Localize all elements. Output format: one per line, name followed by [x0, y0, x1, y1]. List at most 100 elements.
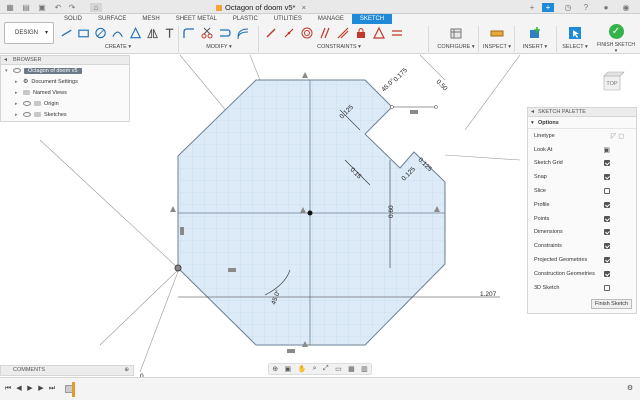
eye-icon[interactable]: [23, 112, 31, 117]
account-icon[interactable]: ◉: [620, 3, 632, 12]
browser-item[interactable]: ▸ Named Views: [1, 87, 129, 98]
construction-geometries-checkbox[interactable]: [604, 270, 610, 277]
slice-checkbox[interactable]: [604, 188, 610, 195]
finish-sketch-button[interactable]: Finish Sketch: [590, 299, 632, 309]
step-forward-icon[interactable]: ▶: [37, 385, 45, 393]
tab-sketch[interactable]: SKETCH: [351, 14, 393, 24]
browser-item[interactable]: ▾ Octagon of doom v5: [1, 65, 129, 76]
expand-icon[interactable]: ▸: [15, 112, 23, 118]
display-settings-icon[interactable]: ▭: [335, 365, 342, 373]
sketch-palette-header[interactable]: SKETCH PALETTE: [528, 108, 636, 117]
configure-label[interactable]: CONFIGURE ▾: [436, 44, 476, 50]
fit-icon[interactable]: ⤢: [323, 365, 329, 373]
lock-icon[interactable]: [354, 26, 368, 40]
expand-icon[interactable]: ▾: [5, 68, 13, 74]
document-tab[interactable]: Octagon of doom v5* ×: [210, 1, 312, 14]
measure-icon[interactable]: [490, 26, 504, 40]
play-icon[interactable]: ▶: [26, 385, 34, 393]
zoom-icon[interactable]: ⌕: [313, 365, 317, 373]
eye-icon[interactable]: [13, 68, 21, 73]
browser-item[interactable]: ▸ Origin: [1, 98, 129, 109]
mirror-icon[interactable]: [146, 26, 159, 40]
tab-mesh[interactable]: MESH: [134, 14, 167, 24]
collinear-icon[interactable]: [282, 26, 296, 40]
insert-icon[interactable]: [528, 26, 542, 40]
look-at-icon[interactable]: ▣: [285, 365, 292, 373]
create-label[interactable]: CREATE ▾: [60, 44, 176, 50]
last-step-icon[interactable]: ⏭: [48, 385, 56, 393]
constraints-label[interactable]: CONSTRAINTS ▾: [264, 44, 414, 50]
trim-icon[interactable]: [200, 26, 214, 40]
browser-header[interactable]: BROWSER: [1, 56, 129, 65]
viewports-icon[interactable]: ▥: [361, 365, 368, 373]
finish-sketch-label[interactable]: FINISH SKETCH ▾: [596, 42, 636, 54]
dimensions-checkbox[interactable]: [604, 229, 610, 236]
step-back-icon[interactable]: ◀: [15, 385, 23, 393]
notification-icon[interactable]: ◷: [562, 3, 574, 12]
profile-checkbox[interactable]: [604, 201, 610, 208]
timeline-marker[interactable]: [72, 382, 75, 397]
line-icon[interactable]: [60, 26, 73, 40]
parallel-icon[interactable]: [318, 26, 332, 40]
redo-icon[interactable]: ↷: [66, 3, 78, 12]
comments-panel[interactable]: COMMENTS ⊕: [0, 365, 134, 376]
insert-label[interactable]: INSERT ▾: [518, 44, 552, 50]
browser-item[interactable]: ▸ Sketches: [1, 109, 129, 120]
triangle-icon[interactable]: [372, 26, 386, 40]
equal-icon[interactable]: [390, 26, 404, 40]
perpendicular-icon[interactable]: [336, 26, 350, 40]
tab-manage[interactable]: MANAGE: [310, 14, 352, 24]
linetype-icon[interactable]: ◸ ◻: [611, 132, 624, 140]
expand-icon[interactable]: ▸: [15, 101, 23, 107]
sketch-grid-checkbox[interactable]: [604, 160, 610, 167]
polygon-icon[interactable]: [129, 26, 142, 40]
tab-sheet-metal[interactable]: SHEET METAL: [168, 14, 225, 24]
finish-sketch-group[interactable]: ✓ FINISH SKETCH ▾: [596, 24, 636, 54]
save-icon[interactable]: ▣: [36, 3, 48, 12]
extend-icon[interactable]: [218, 26, 232, 40]
help-icon[interactable]: ?: [580, 3, 592, 12]
viewcube[interactable]: TOP: [600, 70, 626, 92]
3d-sketch-checkbox[interactable]: [604, 284, 610, 291]
browser-item[interactable]: ▸ ⚙ Document Settings: [1, 76, 129, 87]
timeline-settings-icon[interactable]: ⚙: [626, 385, 634, 393]
coincident-icon[interactable]: [264, 26, 278, 40]
tab-plastic[interactable]: PLASTIC: [225, 14, 266, 24]
expand-icon[interactable]: ▸: [15, 79, 23, 85]
file-icon[interactable]: ▤: [20, 3, 32, 12]
first-step-icon[interactable]: ⏮: [4, 385, 12, 393]
tab-surface[interactable]: SURFACE: [90, 14, 134, 24]
workspace-selector[interactable]: DESIGN: [4, 22, 54, 44]
user-icon[interactable]: ●: [600, 3, 612, 12]
fillet-icon[interactable]: [182, 26, 196, 40]
snap-checkbox[interactable]: [604, 174, 610, 181]
offset-icon[interactable]: [236, 26, 250, 40]
arc-icon[interactable]: [111, 26, 124, 40]
constraints-checkbox[interactable]: [604, 243, 610, 250]
grid-settings-icon[interactable]: ▦: [348, 365, 355, 373]
pan-icon[interactable]: ✋: [298, 365, 307, 373]
checkmark-icon[interactable]: ✓: [608, 24, 624, 39]
add-icon[interactable]: +: [542, 3, 554, 12]
configure-icon[interactable]: [449, 26, 463, 40]
add-comment-icon[interactable]: ⊕: [124, 366, 129, 375]
rectangle-icon[interactable]: [77, 26, 90, 40]
circle-icon[interactable]: [94, 26, 107, 40]
tab-solid[interactable]: SOLID: [56, 14, 90, 24]
points-checkbox[interactable]: [604, 215, 610, 222]
eye-icon[interactable]: [23, 101, 31, 106]
modify-label[interactable]: MODIFY ▾: [182, 44, 256, 50]
look-at-icon[interactable]: ▣: [603, 146, 610, 154]
inspect-label[interactable]: INSPECT ▾: [482, 44, 512, 50]
concentric-icon[interactable]: [300, 26, 314, 40]
undo-icon[interactable]: ↶: [52, 3, 64, 12]
grid-menu-icon[interactable]: ▦: [4, 3, 16, 12]
text-icon[interactable]: [163, 26, 176, 40]
select-icon[interactable]: [568, 26, 582, 40]
options-section[interactable]: Options: [528, 117, 636, 129]
projected-geometries-checkbox[interactable]: [604, 257, 610, 264]
expand-icon[interactable]: ▸: [15, 90, 23, 96]
orbit-icon[interactable]: ⊕: [272, 365, 278, 373]
close-tab-icon[interactable]: ×: [302, 3, 306, 12]
select-label[interactable]: SELECT ▾: [560, 44, 590, 50]
